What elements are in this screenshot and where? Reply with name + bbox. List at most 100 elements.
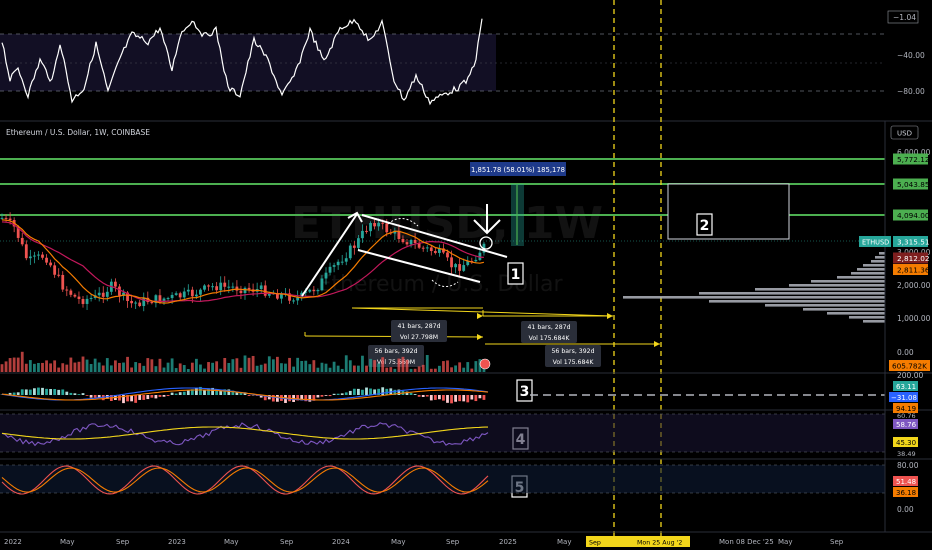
volume-profile-row bbox=[765, 304, 885, 307]
volume-bar bbox=[405, 359, 409, 372]
candle bbox=[211, 282, 214, 291]
volume-bar bbox=[470, 368, 474, 372]
volume-bar bbox=[195, 358, 198, 372]
volume-bar bbox=[296, 357, 300, 372]
volume-bar bbox=[312, 360, 316, 372]
candle bbox=[20, 232, 24, 247]
macd-bar bbox=[324, 395, 328, 396]
symbol-tag-text: ETHUSD bbox=[862, 239, 889, 247]
macd-bar bbox=[466, 395, 470, 403]
macd-bar bbox=[24, 389, 28, 395]
candle bbox=[219, 276, 223, 296]
macd-bar bbox=[276, 395, 279, 402]
volume-bar bbox=[369, 358, 372, 372]
macd-text-3: 60.76 bbox=[897, 412, 916, 420]
volume-bar bbox=[146, 358, 150, 372]
volume-bar bbox=[49, 363, 52, 372]
volume-bar bbox=[8, 358, 12, 372]
volume-bar bbox=[344, 355, 348, 372]
event-icon[interactable] bbox=[479, 358, 491, 370]
volume-bar bbox=[365, 365, 368, 372]
time-label-may-25: May bbox=[557, 538, 571, 546]
volume-bar bbox=[190, 362, 194, 372]
macd-bar bbox=[381, 387, 385, 395]
volume-bar bbox=[138, 363, 142, 372]
volume-bar bbox=[114, 360, 117, 372]
macd-bar bbox=[170, 392, 174, 395]
candle bbox=[348, 243, 352, 261]
label-1: 1 bbox=[511, 267, 521, 283]
measure-box-text: 1,851.78 (58.01%) 185,178 bbox=[471, 166, 565, 174]
volume-bar bbox=[162, 367, 166, 372]
candle bbox=[118, 283, 121, 303]
level-text-5772: 5,772.12 bbox=[897, 155, 930, 164]
projection-box[interactable] bbox=[667, 183, 790, 240]
macd-scale-200: 200.00 bbox=[897, 371, 923, 380]
macd-bar bbox=[442, 395, 445, 401]
volume-profile-row bbox=[803, 308, 885, 311]
stoch-scale-80: 80.00 bbox=[897, 461, 919, 470]
volume-bar bbox=[267, 356, 271, 372]
volume-bar bbox=[438, 365, 441, 372]
time-label-2027: Sep bbox=[830, 538, 844, 546]
macd-bar bbox=[57, 389, 61, 395]
volume-bar bbox=[24, 363, 28, 372]
macd-bar bbox=[77, 394, 81, 395]
rsi-text-3: 38.49 bbox=[897, 450, 916, 458]
candle bbox=[332, 262, 336, 273]
macd-bar bbox=[37, 387, 40, 395]
volume-bar bbox=[126, 356, 129, 372]
volume-bar bbox=[12, 357, 16, 372]
volume-bar bbox=[57, 367, 61, 372]
time-label-2022: 2022 bbox=[4, 538, 22, 546]
volume-bar bbox=[37, 362, 40, 372]
candle bbox=[114, 278, 117, 292]
volume-bar bbox=[259, 364, 263, 372]
volume-bar bbox=[276, 356, 279, 372]
candle bbox=[77, 291, 81, 304]
candle bbox=[312, 286, 316, 296]
volume-bar bbox=[255, 365, 259, 372]
chart-canvas[interactable]: −1.04 −40.00 −80.00 ETHUSD, 1W Ethereum … bbox=[0, 0, 932, 550]
volume-bar bbox=[454, 365, 457, 372]
candle bbox=[247, 282, 251, 293]
volume-profile-row bbox=[623, 296, 885, 299]
macd-text-4: 94.19 bbox=[896, 405, 916, 413]
candle bbox=[178, 291, 182, 301]
volume-bar bbox=[199, 364, 202, 372]
time-axis[interactable]: 2022 May Sep 2023 May Sep 2024 May Sep 2… bbox=[4, 536, 844, 547]
macd-bar bbox=[20, 389, 24, 395]
time-marker-text-1: Sep bbox=[589, 540, 601, 547]
candle bbox=[203, 284, 206, 292]
candle bbox=[49, 259, 52, 268]
range4-vol: Vol 175.684K bbox=[553, 359, 595, 366]
macd-bar bbox=[340, 393, 344, 395]
macd-bar bbox=[174, 393, 178, 395]
volume-bar bbox=[20, 351, 24, 372]
range4-bars: 56 bars, 392d bbox=[552, 348, 595, 355]
volume-bar bbox=[247, 357, 251, 372]
level-text-4094: 4,094.00 bbox=[897, 211, 930, 220]
candle bbox=[344, 252, 348, 266]
volume-bar bbox=[409, 368, 413, 372]
volume-bar bbox=[288, 357, 291, 372]
currency-button-label: USD bbox=[897, 130, 912, 138]
macd-bar bbox=[336, 393, 340, 395]
volume-bar bbox=[308, 364, 312, 372]
macd-bar bbox=[12, 392, 16, 395]
time-label-2025: 2025 bbox=[499, 538, 517, 546]
volume-bar bbox=[203, 368, 206, 372]
macd-bar bbox=[458, 395, 462, 402]
macd-bar bbox=[162, 395, 166, 397]
macd-bar bbox=[28, 389, 32, 395]
volume-bar bbox=[109, 365, 113, 372]
macd-bar bbox=[53, 389, 57, 395]
macd-bar bbox=[158, 395, 162, 397]
macd-bar bbox=[146, 395, 150, 400]
candle bbox=[65, 286, 69, 297]
macd-bar bbox=[462, 395, 466, 402]
candle bbox=[470, 257, 474, 265]
macd-bar bbox=[247, 395, 251, 396]
candle bbox=[93, 289, 97, 300]
macd-bar bbox=[348, 390, 352, 395]
